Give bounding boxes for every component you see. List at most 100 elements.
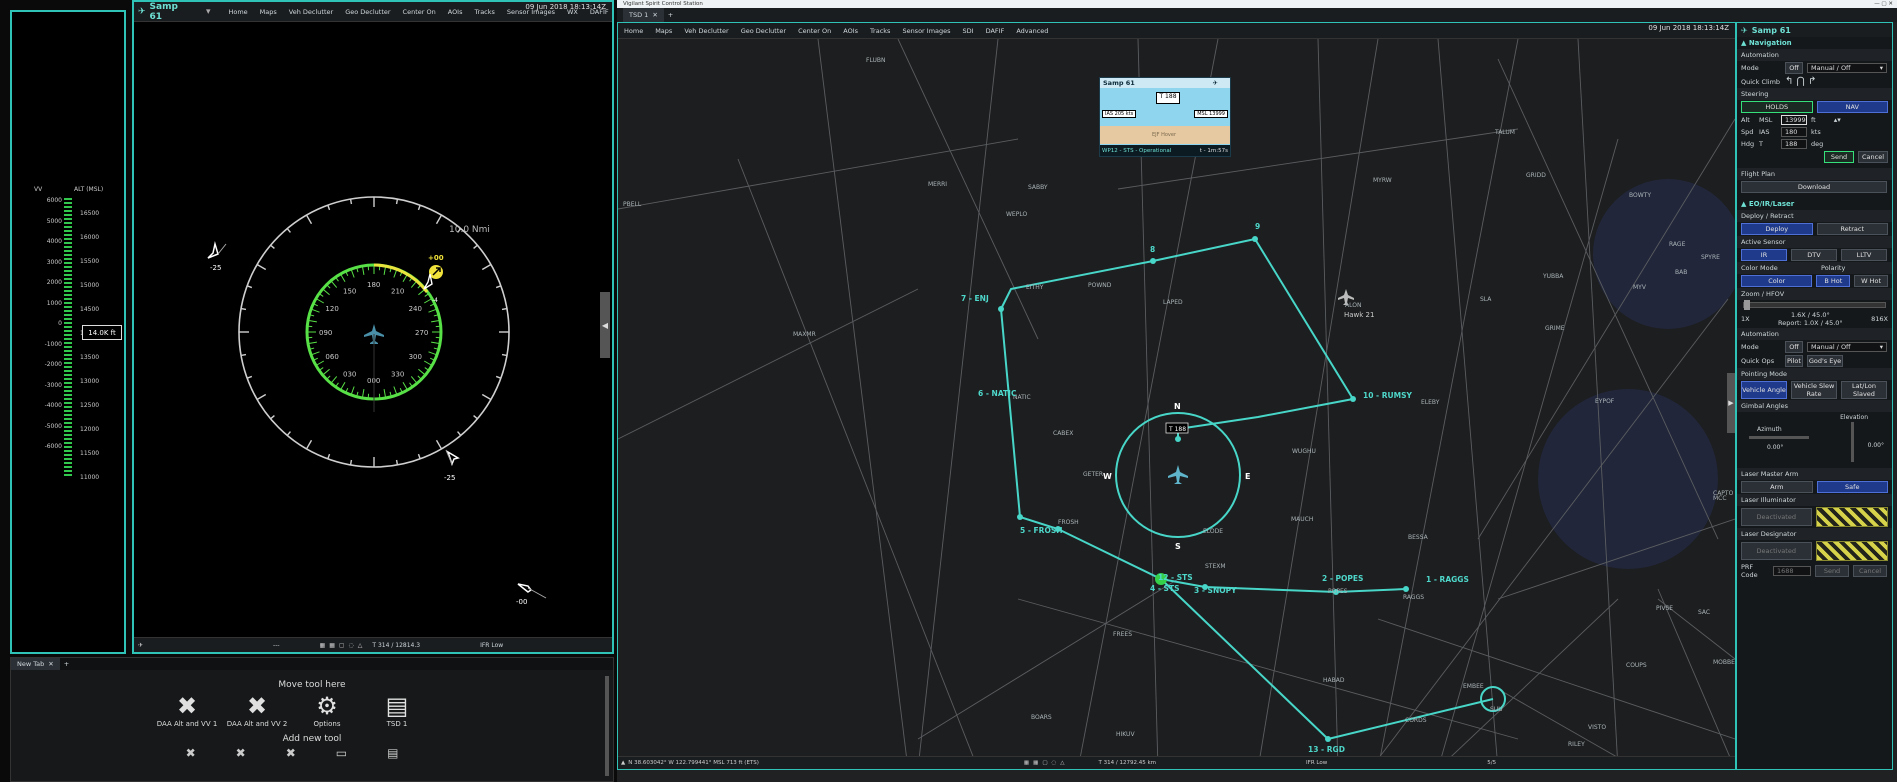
waypoint-marker[interactable] [1150,258,1156,264]
map-tools-icon[interactable]: ▦▦▢◌△ [1024,760,1069,766]
map-tools-icon[interactable]: ▦▦▢◌△ [320,642,367,649]
waypoint-label[interactable]: 9 [1255,222,1260,231]
hdg-input[interactable]: 188 [1781,139,1807,149]
zoom-slider-thumb[interactable] [1744,300,1750,310]
waypoint-marker[interactable] [1175,436,1181,442]
b-hot-button[interactable]: B Hot [1816,275,1851,287]
folder-icon[interactable]: ▭ [336,746,347,760]
laser-send-button[interactable]: Send [1815,565,1849,577]
tab-dafif[interactable]: DAFIF [980,27,1011,35]
eo-ir-laser-header[interactable]: ▲ EO/IR/Laser [1737,198,1892,210]
waypoint-marker[interactable] [1403,586,1409,592]
illuminator-hazard-button[interactable] [1815,507,1888,527]
intruder-1[interactable]: -25 [207,241,227,272]
daa-app-title[interactable]: ✈ Samp 61 ▾ [138,2,210,22]
tab-tsd-1[interactable]: TSD 1 ✕ [623,8,664,22]
tab-tracks[interactable]: Tracks [469,8,501,16]
close-icon[interactable]: ✕ [48,660,53,668]
daa-radar[interactable]: 10.0 Nmi 1501802102402703003300000300600… [134,22,612,634]
climb-up-icon[interactable]: ↰ ⋂ ↱ [1785,76,1816,87]
tab-center-on[interactable]: Center On [397,8,442,16]
waypoint-label[interactable]: 8 [1150,245,1155,254]
color-button[interactable]: Color [1741,275,1813,287]
waypoint-label[interactable]: 3 - SNOPY [1194,586,1237,595]
tab-geo-declutter[interactable]: Geo Declutter [735,27,792,35]
holds-button[interactable]: HOLDS [1741,101,1813,113]
wrench-icon[interactable]: ✖ [286,746,296,760]
download-button[interactable]: Download [1741,181,1887,193]
stepper-icon[interactable]: ▴▾ [1834,116,1841,124]
w-hot-button[interactable]: W Hot [1854,275,1889,287]
pointing-lat-lon-slaved-button[interactable]: Lat/Lon Slaved [1841,381,1887,399]
tab-aois[interactable]: AOIs [837,27,864,35]
tool-tray-scrollbar[interactable] [605,676,609,776]
waypoint-label[interactable]: 13 - RGD [1308,745,1345,754]
illuminator-deactivated-button[interactable]: Deactivated [1741,508,1812,526]
tab-maps[interactable]: Maps [649,27,678,35]
tsd-map[interactable]: Home Maps Veh Declutter Geo Declutter Center… [617,22,1736,770]
waypoint-marker[interactable] [998,306,1004,312]
waypoint-label[interactable]: 5 - FROSH [1020,526,1063,535]
control-title[interactable]: ✈ Samp 61 [1737,23,1892,37]
add-tab-icon[interactable]: + [668,11,673,19]
alt-input[interactable]: 13999 [1781,115,1807,125]
waypoint-label[interactable]: 4 - STS [1150,584,1179,593]
waypoint-label[interactable]: 2 - POPES [1322,574,1363,583]
tab-home[interactable]: Home [222,8,253,16]
retract-button[interactable]: Retract [1816,223,1888,235]
sensor-dtv-button[interactable]: DTV [1791,249,1837,261]
waypoint-label[interactable]: 12 - STS [1158,573,1193,582]
sensor-ir-button[interactable]: IR [1741,249,1787,261]
window-icon[interactable]: ▤ [387,746,398,760]
tab-aois[interactable]: AOIs [442,8,469,16]
tab-veh-declutter[interactable]: Veh Declutter [678,27,734,35]
mode-select[interactable]: Manual / Off ▾ [1807,63,1887,73]
inset-display[interactable]: Samp 61 ✈ T 188 IAS 205 kts MSL 13999 EJ… [1099,77,1231,157]
waypoint-marker[interactable] [1017,514,1023,520]
laser-cancel-button[interactable]: Cancel [1853,565,1887,577]
right-collapse-handle[interactable]: ▶ [1727,373,1735,433]
tab-sensor-images[interactable]: Sensor Images [896,27,956,35]
chevron-down-icon[interactable]: ▾ [206,7,211,17]
pilot-button[interactable]: Pilot [1785,355,1803,367]
safe-button[interactable]: Safe [1816,481,1888,493]
tab-sdi[interactable]: SDI [957,27,980,35]
intruder-4[interactable]: -00 [516,583,547,606]
waypoint-label[interactable]: 7 - ENJ [961,294,989,303]
sensor-lltv-button[interactable]: LLTV [1841,249,1887,261]
deploy-button[interactable]: Deploy [1741,223,1813,235]
zoom-slider[interactable] [1743,300,1886,310]
tab-veh-declutter[interactable]: Veh Declutter [283,8,339,16]
tool-options[interactable]: ⚙ Options [292,692,362,728]
intruder-3[interactable]: -25 [444,449,460,482]
window-controls[interactable]: — ▢ ✕ [1874,1,1893,7]
cancel-button[interactable]: Cancel [1858,151,1888,163]
tab-advanced[interactable]: Advanced [1010,27,1054,35]
waypoint-label[interactable]: 10 - RUMSY [1363,391,1412,400]
elevation-slider[interactable] [1851,422,1854,462]
navigation-header[interactable]: ▲ Navigation [1737,37,1892,49]
close-icon[interactable]: ✕ [652,11,657,19]
tab-geo-declutter[interactable]: Geo Declutter [339,8,396,16]
tab-center-on[interactable]: Center On [792,27,837,35]
nav-button[interactable]: NAV [1816,101,1888,113]
designator-hazard-button[interactable] [1815,541,1888,561]
tab-home[interactable]: Home [618,27,649,35]
tab-new-tab[interactable]: New Tab ✕ [11,658,60,670]
pointing-vehicle-angle-button[interactable]: Vehicle Angle [1741,381,1787,399]
add-tab-icon[interactable]: + [64,660,69,668]
send-button[interactable]: Send [1824,151,1854,163]
azimuth-slider[interactable] [1749,436,1809,439]
prf-code-input[interactable]: 1688 [1773,566,1811,576]
arm-button[interactable]: Arm [1741,481,1813,493]
waypoint-label[interactable]: 1 - RAGGS [1426,575,1469,584]
tool-tsd-1[interactable]: ▤ TSD 1 [362,692,432,728]
waypoint-marker[interactable] [1325,736,1331,742]
pointing-vehicle-slew-rate-button[interactable]: Vehicle Slew Rate [1791,381,1837,399]
tab-maps[interactable]: Maps [254,8,283,16]
mode2-select[interactable]: Manual / Off ▾ [1807,342,1887,352]
waypoint-marker[interactable] [1350,396,1356,402]
collapse-handle[interactable]: ◀ [600,292,610,358]
waypoint-label[interactable]: 6 - NATIC [978,389,1016,398]
designator-deactivated-button[interactable]: Deactivated [1741,542,1812,560]
